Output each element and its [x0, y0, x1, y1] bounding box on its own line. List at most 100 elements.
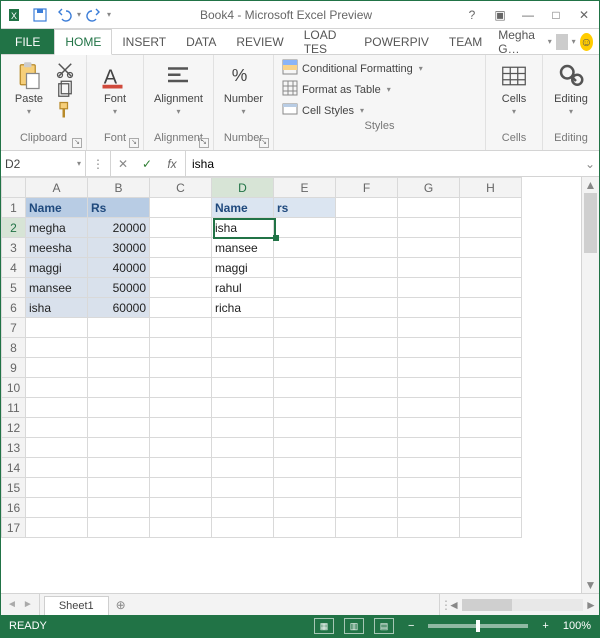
vscroll-track[interactable] — [582, 193, 599, 577]
cell-F11[interactable] — [336, 398, 398, 418]
paste-button[interactable]: Paste ▾ — [7, 59, 51, 118]
cell-D17[interactable] — [212, 518, 274, 538]
cell-E1[interactable]: rs — [274, 198, 336, 218]
cell-G8[interactable] — [398, 338, 460, 358]
cell-H16[interactable] — [460, 498, 522, 518]
cell-B5[interactable]: 50000 — [88, 278, 150, 298]
cell-G13[interactable] — [398, 438, 460, 458]
feedback-smiley-icon[interactable]: ☺ — [580, 33, 593, 51]
cell-C7[interactable] — [150, 318, 212, 338]
cell-B13[interactable] — [88, 438, 150, 458]
cell-D9[interactable] — [212, 358, 274, 378]
row-header-12[interactable]: 12 — [2, 418, 26, 438]
col-header-A[interactable]: A — [26, 178, 88, 198]
col-header-H[interactable]: H — [460, 178, 522, 198]
row-header-15[interactable]: 15 — [2, 478, 26, 498]
cell-D7[interactable] — [212, 318, 274, 338]
cell-B12[interactable] — [88, 418, 150, 438]
undo-icon[interactable] — [53, 4, 75, 26]
row-header-5[interactable]: 5 — [2, 278, 26, 298]
enter-edit-icon[interactable]: ✓ — [135, 151, 159, 176]
cell-G15[interactable] — [398, 478, 460, 498]
fx-icon[interactable]: fx — [159, 157, 185, 171]
tab-data[interactable]: DATA — [176, 29, 226, 54]
cell-C1[interactable] — [150, 198, 212, 218]
font-button[interactable]: A Font ▾ — [93, 59, 137, 118]
row-header-1[interactable]: 1 — [2, 198, 26, 218]
formula-input[interactable] — [186, 151, 581, 176]
cell-E3[interactable] — [274, 238, 336, 258]
cell-H8[interactable] — [460, 338, 522, 358]
cell-E7[interactable] — [274, 318, 336, 338]
close-icon[interactable]: ✕ — [573, 4, 595, 26]
cell-E8[interactable] — [274, 338, 336, 358]
zoom-out-icon[interactable]: − — [404, 620, 418, 632]
cell-D6[interactable]: richa — [212, 298, 274, 318]
view-page-layout-icon[interactable]: ▥ — [344, 618, 364, 634]
cell-E11[interactable] — [274, 398, 336, 418]
cell-C8[interactable] — [150, 338, 212, 358]
cell-F5[interactable] — [336, 278, 398, 298]
cell-A7[interactable] — [26, 318, 88, 338]
cell-D10[interactable] — [212, 378, 274, 398]
cell-E14[interactable] — [274, 458, 336, 478]
cell-B15[interactable] — [88, 478, 150, 498]
vscroll-thumb[interactable] — [584, 193, 597, 253]
cell-H3[interactable] — [460, 238, 522, 258]
cell-H2[interactable] — [460, 218, 522, 238]
cell-D3[interactable]: mansee — [212, 238, 274, 258]
functions-dropdown-icon[interactable]: ⋮ — [86, 151, 110, 176]
cell-B10[interactable] — [88, 378, 150, 398]
tab-insert[interactable]: INSERT — [112, 29, 176, 54]
zoom-in-icon[interactable]: + — [538, 620, 552, 632]
cell-G10[interactable] — [398, 378, 460, 398]
cell-F14[interactable] — [336, 458, 398, 478]
vertical-scrollbar[interactable]: ▲ ▼ — [581, 177, 599, 593]
cell-B16[interactable] — [88, 498, 150, 518]
alignment-dialog-launcher[interactable]: ↘ — [199, 138, 209, 148]
cell-B1[interactable]: Rs — [88, 198, 150, 218]
worksheet-grid[interactable]: ABCDEFGH1NameRsNamers2megha20000isha3mee… — [1, 177, 581, 593]
cell-F10[interactable] — [336, 378, 398, 398]
horizontal-scrollbar[interactable]: ⋮ ◄ ► — [439, 594, 599, 615]
cell-G2[interactable] — [398, 218, 460, 238]
name-box-dropdown-icon[interactable]: ▾ — [77, 159, 81, 168]
minimize-icon[interactable]: — — [517, 4, 539, 26]
editing-button[interactable]: Editing ▾ — [549, 59, 593, 118]
tab-team[interactable]: TEAM — [439, 29, 492, 54]
cell-D4[interactable]: maggi — [212, 258, 274, 278]
row-header-9[interactable]: 9 — [2, 358, 26, 378]
cell-H9[interactable] — [460, 358, 522, 378]
cell-F1[interactable] — [336, 198, 398, 218]
zoom-slider[interactable] — [428, 624, 528, 628]
scroll-down-icon[interactable]: ▼ — [582, 577, 599, 593]
cell-H15[interactable] — [460, 478, 522, 498]
undo-dropdown-icon[interactable]: ▾ — [77, 10, 81, 19]
cell-A12[interactable] — [26, 418, 88, 438]
maximize-icon[interactable]: □ — [545, 4, 567, 26]
cell-G5[interactable] — [398, 278, 460, 298]
excel-app-icon[interactable]: X — [5, 4, 27, 26]
alignment-button[interactable]: Alignment ▾ — [150, 59, 207, 118]
cell-B4[interactable]: 40000 — [88, 258, 150, 278]
col-header-B[interactable]: B — [88, 178, 150, 198]
cell-A2[interactable]: megha — [26, 218, 88, 238]
tab-file[interactable]: FILE — [1, 29, 54, 54]
scroll-up-icon[interactable]: ▲ — [582, 177, 599, 193]
cell-G12[interactable] — [398, 418, 460, 438]
view-page-break-icon[interactable]: ▤ — [374, 618, 394, 634]
cell-C2[interactable] — [150, 218, 212, 238]
cell-G3[interactable] — [398, 238, 460, 258]
cell-F3[interactable] — [336, 238, 398, 258]
cell-F2[interactable] — [336, 218, 398, 238]
tab-load-tes[interactable]: LOAD TES — [294, 29, 355, 54]
cut-icon[interactable] — [55, 61, 75, 79]
cell-D2[interactable]: isha — [212, 218, 274, 238]
ribbon-display-options-icon[interactable]: ▣ — [489, 4, 511, 26]
cell-H4[interactable] — [460, 258, 522, 278]
cell-A1[interactable]: Name — [26, 198, 88, 218]
cell-E9[interactable] — [274, 358, 336, 378]
cell-A9[interactable] — [26, 358, 88, 378]
cell-B14[interactable] — [88, 458, 150, 478]
cell-C6[interactable] — [150, 298, 212, 318]
